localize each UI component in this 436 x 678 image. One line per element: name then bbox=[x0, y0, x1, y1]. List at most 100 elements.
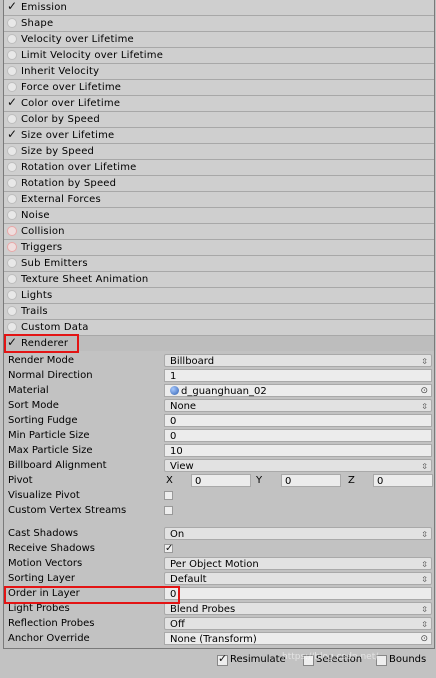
module-color-over-lifetime[interactable]: Color over Lifetime bbox=[4, 95, 434, 111]
light-probes-dropdown[interactable]: Blend Probes ⇳ bbox=[164, 602, 432, 615]
visualize-pivot-checkbox[interactable] bbox=[164, 491, 173, 500]
pivot-y-label: Y bbox=[256, 475, 263, 486]
module-enabled-checkbox[interactable] bbox=[7, 178, 17, 188]
render-mode-dropdown[interactable]: Billboard ⇳ bbox=[164, 354, 432, 367]
module-lights[interactable]: Lights bbox=[4, 287, 434, 303]
cast-shadows-row: Cast Shadows On ⇳ bbox=[4, 526, 434, 541]
module-enabled-checkbox[interactable] bbox=[7, 0, 17, 14]
sorting-fudge-row: Sorting Fudge 0 bbox=[4, 413, 434, 428]
module-velocity-over-lifetime[interactable]: Velocity over Lifetime bbox=[4, 31, 434, 47]
min-particle-size-field[interactable]: 0 bbox=[164, 429, 432, 442]
sorting-fudge-value: 0 bbox=[170, 416, 177, 427]
module-enabled-checkbox[interactable] bbox=[7, 226, 17, 236]
receive-shadows-row: Receive Shadows bbox=[4, 541, 434, 556]
reflection-probes-label: Reflection Probes bbox=[8, 618, 95, 629]
module-label: Sub Emitters bbox=[21, 258, 88, 269]
material-value: d_guanghuan_02 bbox=[181, 386, 267, 397]
module-enabled-checkbox[interactable] bbox=[7, 82, 17, 92]
module-enabled-checkbox[interactable] bbox=[7, 274, 17, 284]
visualize-pivot-row: Visualize Pivot bbox=[4, 488, 434, 503]
pivot-z-field[interactable]: 0 bbox=[373, 474, 433, 487]
anchor-override-object-field[interactable]: None (Transform) ⊙ bbox=[164, 632, 432, 645]
module-size-over-lifetime[interactable]: Size over Lifetime bbox=[4, 127, 434, 143]
resimulate-checkbox[interactable] bbox=[217, 652, 228, 666]
module-force-over-lifetime[interactable]: Force over Lifetime bbox=[4, 79, 434, 95]
custom-vertex-streams-label: Custom Vertex Streams bbox=[8, 505, 127, 516]
module-label: Rotation over Lifetime bbox=[21, 162, 137, 173]
module-collision[interactable]: Collision bbox=[4, 223, 434, 239]
custom-vertex-streams-checkbox[interactable] bbox=[164, 506, 173, 515]
material-sphere-icon bbox=[170, 386, 179, 395]
module-noise[interactable]: Noise bbox=[4, 207, 434, 223]
pivot-x-field[interactable]: 0 bbox=[191, 474, 251, 487]
light-probes-label: Light Probes bbox=[8, 603, 70, 614]
module-enabled-checkbox[interactable] bbox=[7, 162, 17, 172]
module-custom-data[interactable]: Custom Data bbox=[4, 319, 434, 335]
module-limit-velocity-over-lifetime[interactable]: Limit Velocity over Lifetime bbox=[4, 47, 434, 63]
sorting-fudge-field[interactable]: 0 bbox=[164, 414, 432, 427]
module-enabled-checkbox[interactable] bbox=[7, 322, 17, 332]
module-inherit-velocity[interactable]: Inherit Velocity bbox=[4, 63, 434, 79]
module-enabled-checkbox[interactable] bbox=[7, 95, 17, 110]
order-in-layer-label: Order in Layer bbox=[8, 588, 80, 599]
module-enabled-checkbox[interactable] bbox=[7, 34, 17, 44]
module-enabled-checkbox[interactable] bbox=[7, 335, 17, 350]
module-label: Size over Lifetime bbox=[21, 130, 115, 141]
sorting-layer-dropdown[interactable]: Default ⇳ bbox=[164, 572, 432, 585]
cast-shadows-dropdown[interactable]: On ⇳ bbox=[164, 527, 432, 540]
module-rotation-over-lifetime[interactable]: Rotation over Lifetime bbox=[4, 159, 434, 175]
module-enabled-checkbox[interactable] bbox=[7, 50, 17, 60]
module-enabled-checkbox[interactable] bbox=[7, 242, 17, 252]
motion-vectors-value: Per Object Motion bbox=[170, 559, 259, 570]
material-object-field[interactable]: d_guanghuan_02 ⊙ bbox=[164, 384, 432, 397]
motion-vectors-row: Motion Vectors Per Object Motion ⇳ bbox=[4, 556, 434, 571]
module-enabled-checkbox[interactable] bbox=[7, 146, 17, 156]
object-picker-icon[interactable]: ⊙ bbox=[420, 385, 428, 398]
renderer-properties: Render Mode Billboard ⇳ Normal Direction … bbox=[4, 351, 434, 646]
module-rotation-by-speed[interactable]: Rotation by Speed bbox=[4, 175, 434, 191]
module-enabled-checkbox[interactable] bbox=[7, 306, 17, 316]
module-sub-emitters[interactable]: Sub Emitters bbox=[4, 255, 434, 271]
module-texture-sheet-animation[interactable]: Texture Sheet Animation bbox=[4, 271, 434, 287]
module-enabled-checkbox[interactable] bbox=[7, 210, 17, 220]
pivot-row: Pivot X0 Y0 Z0 bbox=[4, 473, 434, 488]
cast-shadows-value: On bbox=[170, 529, 185, 540]
max-particle-size-field[interactable]: 10 bbox=[164, 444, 432, 457]
sort-mode-value: None bbox=[170, 401, 197, 412]
receive-shadows-checkbox[interactable] bbox=[164, 541, 173, 556]
module-triggers[interactable]: Triggers bbox=[4, 239, 434, 255]
module-color-by-speed[interactable]: Color by Speed bbox=[4, 111, 434, 127]
normal-direction-field[interactable]: 1 bbox=[164, 369, 432, 382]
module-shape[interactable]: Shape bbox=[4, 15, 434, 31]
max-particle-size-label: Max Particle Size bbox=[8, 445, 93, 456]
module-external-forces[interactable]: External Forces bbox=[4, 191, 434, 207]
reflection-probes-dropdown[interactable]: Off ⇳ bbox=[164, 617, 432, 630]
motion-vectors-dropdown[interactable]: Per Object Motion ⇳ bbox=[164, 557, 432, 570]
visualize-pivot-label: Visualize Pivot bbox=[8, 490, 80, 501]
sort-mode-dropdown[interactable]: None ⇳ bbox=[164, 399, 432, 412]
module-enabled-checkbox[interactable] bbox=[7, 258, 17, 268]
module-enabled-checkbox[interactable] bbox=[7, 290, 17, 300]
cast-shadows-label: Cast Shadows bbox=[8, 528, 79, 539]
billboard-alignment-label: Billboard Alignment bbox=[8, 460, 107, 471]
module-enabled-checkbox[interactable] bbox=[7, 194, 17, 204]
module-enabled-checkbox[interactable] bbox=[7, 66, 17, 76]
module-emission[interactable]: Emission bbox=[4, 0, 434, 15]
pivot-y-field[interactable]: 0 bbox=[281, 474, 341, 487]
min-particle-size-row: Min Particle Size 0 bbox=[4, 428, 434, 443]
render-mode-value: Billboard bbox=[170, 356, 215, 367]
pivot-label: Pivot bbox=[8, 475, 33, 486]
module-renderer[interactable]: Renderer bbox=[4, 335, 434, 351]
module-label: Inherit Velocity bbox=[21, 66, 100, 77]
order-in-layer-field[interactable]: 0 bbox=[164, 587, 432, 600]
module-label: Limit Velocity over Lifetime bbox=[21, 50, 164, 61]
module-enabled-checkbox[interactable] bbox=[7, 127, 17, 142]
render-mode-label: Render Mode bbox=[8, 355, 75, 366]
module-size-by-speed[interactable]: Size by Speed bbox=[4, 143, 434, 159]
object-picker-icon[interactable]: ⊙ bbox=[420, 633, 428, 646]
module-enabled-checkbox[interactable] bbox=[7, 18, 17, 28]
dropdown-arrow-icon: ⇳ bbox=[421, 560, 428, 569]
module-trails[interactable]: Trails bbox=[4, 303, 434, 319]
module-enabled-checkbox[interactable] bbox=[7, 114, 17, 124]
billboard-alignment-dropdown[interactable]: View ⇳ bbox=[164, 459, 432, 472]
